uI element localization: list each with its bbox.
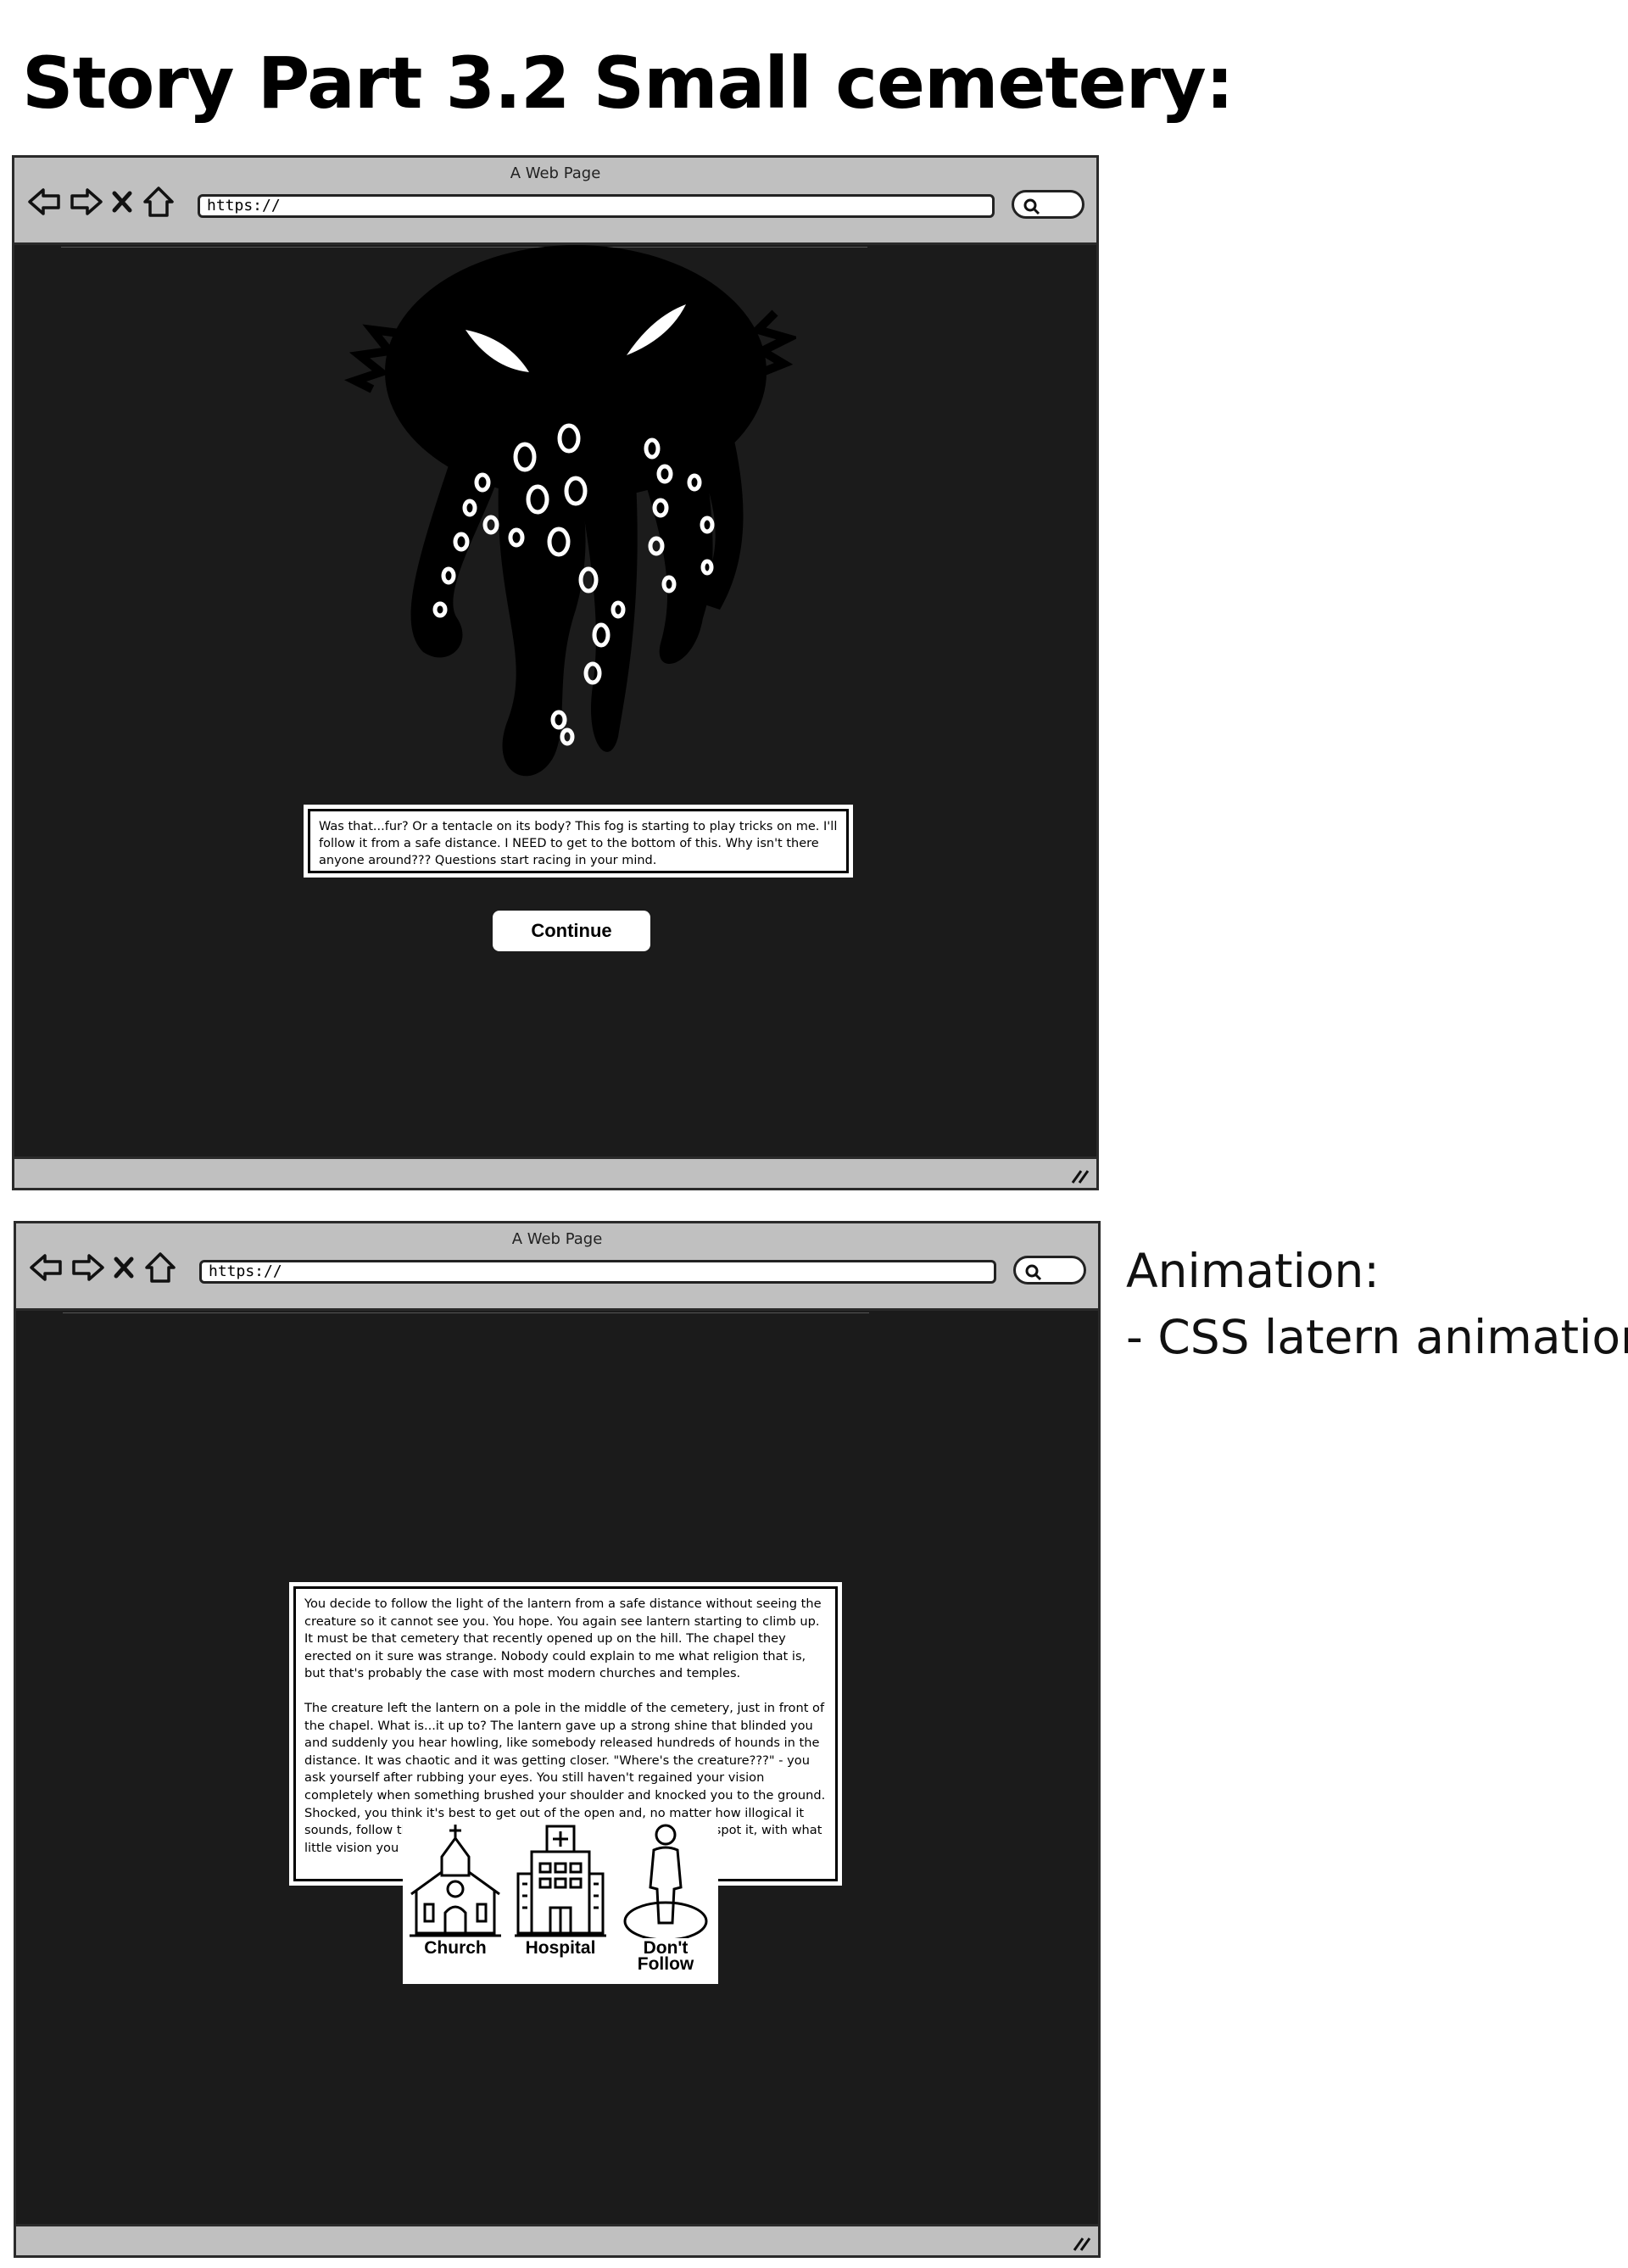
- home-icon[interactable]: [140, 183, 177, 220]
- page-content: Was that...fur? Or a tentacle on its bod…: [14, 245, 1096, 1159]
- home-icon[interactable]: [142, 1249, 179, 1286]
- story-paragraph-1: You decide to follow the light of the la…: [304, 1597, 822, 1681]
- tentacle-creature-image: [343, 245, 796, 777]
- search-field[interactable]: [1012, 190, 1084, 219]
- hospital-choice[interactable]: Hospital: [513, 1823, 608, 1958]
- forward-arrow-icon[interactable]: [67, 183, 104, 220]
- status-bar: [14, 1156, 1096, 1188]
- church-label: Church: [424, 1938, 487, 1958]
- choice-panel: Church Hospital Don't Follow: [403, 1819, 718, 1984]
- hospital-icon: [515, 1825, 606, 1937]
- divider: [63, 1312, 869, 1313]
- story-text-box: Was that...fur? Or a tentacle on its bod…: [304, 805, 853, 878]
- resize-handle-icon[interactable]: [1069, 1166, 1090, 1184]
- page-title: Story Part 3.2 Small cemetery:: [22, 42, 1234, 125]
- dont-follow-label: Don't Follow: [637, 1938, 694, 1974]
- window-title: A Web Page: [511, 1230, 603, 1248]
- nav-buttons: [26, 183, 177, 220]
- status-bar: [16, 2224, 1098, 2255]
- search-icon: [1023, 198, 1040, 215]
- continue-button[interactable]: Continue: [493, 911, 650, 951]
- close-icon[interactable]: [108, 183, 137, 220]
- animation-note-title: Animation:: [1126, 1244, 1380, 1298]
- browser-window-1: A Web Page https:// Was that...fur? Or a…: [12, 155, 1099, 1190]
- animation-note: Animation: - CSS latern animation: [1126, 1238, 1628, 1370]
- browser-window-2: A Web Page https:// You decide to follow…: [14, 1221, 1101, 2258]
- back-arrow-icon[interactable]: [26, 183, 64, 220]
- page-content: You decide to follow the light of the la…: [16, 1311, 1098, 2226]
- browser-toolbar: A Web Page https://: [16, 1223, 1098, 1311]
- address-bar[interactable]: https://: [198, 194, 995, 218]
- browser-toolbar: A Web Page https://: [14, 158, 1096, 245]
- dont-follow-choice[interactable]: Don't Follow: [618, 1823, 713, 1974]
- nav-buttons: [28, 1249, 179, 1286]
- close-icon[interactable]: [109, 1249, 138, 1286]
- forward-arrow-icon[interactable]: [69, 1249, 106, 1286]
- church-icon: [410, 1825, 501, 1937]
- resize-handle-icon[interactable]: [1071, 2233, 1091, 2252]
- search-icon: [1025, 1264, 1042, 1281]
- hospital-label: Hospital: [525, 1938, 596, 1958]
- person-icon: [623, 1824, 708, 1938]
- animation-note-item: - CSS latern animation: [1126, 1310, 1628, 1364]
- search-field[interactable]: [1013, 1256, 1086, 1284]
- address-bar[interactable]: https://: [199, 1260, 996, 1284]
- church-choice[interactable]: Church: [408, 1823, 503, 1958]
- window-title: A Web Page: [510, 164, 601, 182]
- back-arrow-icon[interactable]: [28, 1249, 65, 1286]
